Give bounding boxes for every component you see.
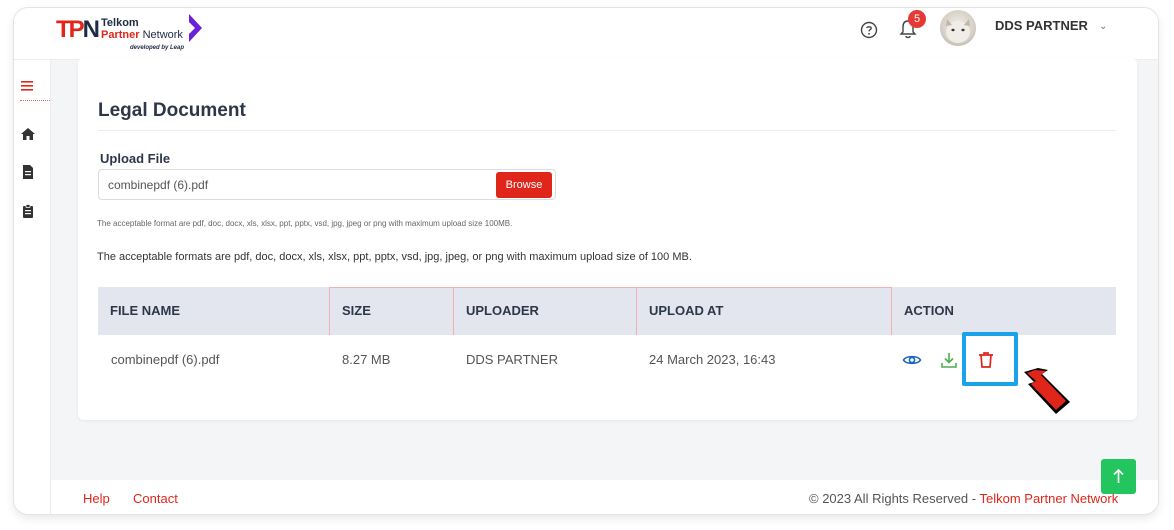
upload-label: Upload File: [100, 151, 171, 166]
title-divider: [98, 130, 1116, 131]
upload-hint-small: The acceptable format are pdf, doc, docx…: [97, 219, 513, 228]
browse-button[interactable]: Browse: [496, 172, 552, 198]
logo[interactable]: TPN Telkom Partner Network developed by …: [56, 12, 216, 54]
logo-line2-b: Network: [139, 29, 183, 41]
app-window: TPN Telkom Partner Network developed by …: [14, 8, 1158, 514]
clipboard-icon[interactable]: [20, 203, 36, 219]
header-size: SIZE: [342, 303, 371, 318]
copyright-text: © 2023 All Rights Reserved -: [809, 491, 980, 506]
sidebar-divider: [20, 100, 50, 101]
notification-badge[interactable]: 5: [908, 10, 926, 28]
copyright-brand-link[interactable]: Telkom Partner Network: [979, 491, 1118, 506]
download-icon[interactable]: [939, 350, 959, 370]
document-icon[interactable]: [20, 164, 36, 180]
header-separator: [453, 287, 454, 335]
cell-file-name: combinepdf (6).pdf: [111, 352, 220, 367]
header-upload-at: UPLOAD AT: [649, 303, 724, 318]
logo-line2-a: Partner: [101, 29, 140, 41]
avatar[interactable]: [940, 10, 976, 46]
legal-document-card: Legal Document Upload File combinepdf (6…: [78, 58, 1137, 420]
header-separator: [329, 287, 330, 335]
sidebar: [14, 60, 51, 514]
header-uploader: UPLOADER: [466, 303, 539, 318]
cell-size: 8.27 MB: [342, 352, 391, 367]
page-title: Legal Document: [98, 100, 246, 121]
cell-uploader: DDS PARTNER: [466, 352, 558, 367]
header-top-border: [329, 287, 891, 288]
logo-text: Telkom Partner Network: [101, 17, 183, 41]
contact-link[interactable]: Contact: [133, 491, 178, 506]
top-bar: TPN Telkom Partner Network developed by …: [14, 8, 1158, 60]
upload-hint: The acceptable formats are pdf, doc, doc…: [97, 251, 692, 263]
logo-chevron-icon: [189, 14, 202, 42]
arrow-up-icon: [1113, 468, 1124, 483]
logo-line1: Telkom: [101, 17, 139, 29]
chevron-down-icon[interactable]: ⌄: [1099, 21, 1107, 32]
help-icon[interactable]: [860, 21, 878, 39]
upload-file-value: combinepdf (6).pdf: [108, 178, 209, 192]
footer: Help Contact © 2023 All Rights Reserved …: [51, 480, 1158, 514]
upload-file-input[interactable]: combinepdf (6).pdf Browse: [98, 169, 556, 200]
home-icon[interactable]: [20, 126, 36, 142]
logo-mark: TPN: [56, 16, 100, 43]
table-header: FILE NAME SIZE UPLOADER UPLOAD AT ACTION: [98, 287, 1116, 335]
header-file-name: FILE NAME: [110, 303, 181, 318]
copyright: © 2023 All Rights Reserved - Telkom Part…: [809, 491, 1118, 506]
header-separator: [636, 287, 637, 335]
header-action: ACTION: [904, 303, 954, 318]
cell-upload-at: 24 March 2023, 16:43: [649, 352, 776, 367]
eye-icon[interactable]: [902, 350, 922, 370]
header-separator: [891, 287, 892, 335]
logo-subtitle: developed by Leap: [130, 45, 185, 51]
help-link[interactable]: Help: [83, 491, 110, 506]
red-arrow-annotation: [1024, 368, 1070, 414]
user-name[interactable]: DDS PARTNER: [995, 18, 1088, 33]
scroll-to-top-button[interactable]: [1101, 459, 1136, 494]
menu-icon[interactable]: [20, 78, 36, 94]
